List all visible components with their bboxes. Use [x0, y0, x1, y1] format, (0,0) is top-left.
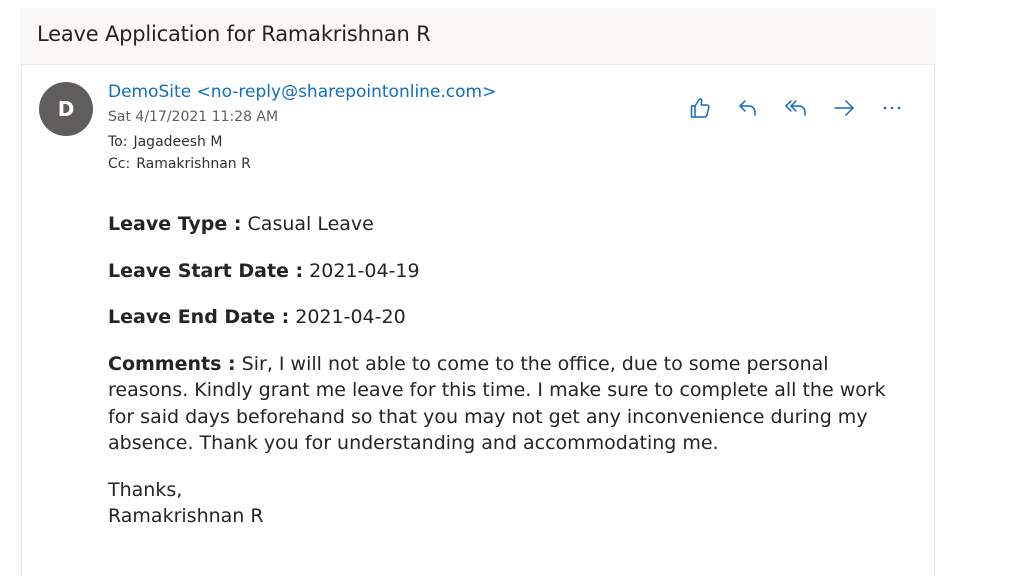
like-button[interactable]: [676, 93, 724, 123]
sender-avatar[interactable]: D: [39, 82, 93, 136]
thumbs-up-icon: [690, 98, 710, 118]
leave-start-value: 2021-04-19: [303, 259, 420, 282]
more-actions-button[interactable]: [868, 93, 916, 123]
leave-type-label: Leave Type :: [108, 213, 242, 235]
reply-all-icon: [785, 100, 806, 116]
comments-field: Comments : Sir, I will not able to come …: [108, 351, 888, 457]
subject-bar: Leave Application for Ramakrishnan R: [20, 8, 936, 64]
leave-type-field: Leave Type : Casual Leave: [108, 211, 888, 238]
message-card: D DemoSite <no-reply@sharepointonline.co…: [21, 64, 935, 576]
leave-end-value: 2021-04-20: [289, 306, 406, 328]
message-body: Leave Type : Casual Leave Leave Start Da…: [108, 211, 888, 530]
comments-label: Comments :: [108, 352, 236, 375]
reply-icon: [739, 100, 756, 116]
reply-all-button[interactable]: [772, 93, 820, 123]
leave-start-label: Leave Start Date :: [108, 259, 304, 282]
leave-type-value: Casual Leave: [241, 213, 374, 235]
leave-end-label: Leave End Date :: [108, 306, 290, 328]
to-line: To: Jagadeesh M: [108, 134, 222, 150]
sent-date: Sat 4/17/2021 11:28 AM: [108, 109, 279, 125]
cc-line: Cc: Ramakrishnan R: [108, 156, 251, 172]
leave-end-field: Leave End Date : 2021-04-20: [108, 304, 888, 331]
sender-name[interactable]: DemoSite <no-reply@sharepointonline.com>: [108, 82, 496, 102]
message-actions: [676, 93, 916, 123]
to-label: To:: [108, 134, 128, 150]
email-subject: Leave Application for Ramakrishnan R: [37, 22, 431, 46]
cc-label: Cc:: [108, 156, 131, 172]
more-icon: [883, 106, 901, 110]
cc-recipient[interactable]: Ramakrishnan R: [136, 156, 251, 172]
to-recipient[interactable]: Jagadeesh M: [133, 134, 222, 150]
closing: Thanks,: [108, 478, 183, 501]
forward-button[interactable]: [820, 93, 868, 123]
reply-button[interactable]: [724, 93, 772, 123]
leave-start-field: Leave Start Date : 2021-04-19: [108, 258, 888, 285]
forward-icon: [834, 100, 854, 116]
signature: Ramakrishnan R: [108, 505, 264, 527]
